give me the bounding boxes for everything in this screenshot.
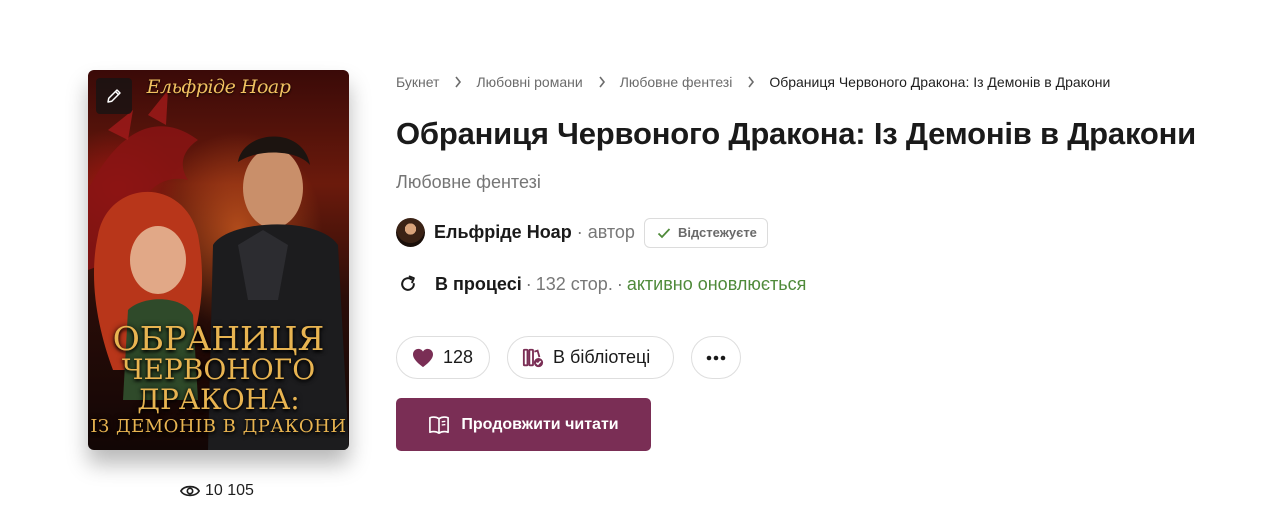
- cover-title: ОБРАНИЦЯ ЧЕРВОНОГО ДРАКОНА: ІЗ ДЕМОНІВ В…: [88, 322, 349, 436]
- open-book-icon: [429, 415, 450, 434]
- breadcrumb-item-fantasy[interactable]: Любовне фентезі: [620, 74, 733, 90]
- following-button[interactable]: Відстежуєте: [643, 217, 768, 248]
- edit-cover-button[interactable]: [96, 78, 132, 114]
- page-count: 132 стор.: [535, 273, 613, 294]
- cover-title-line: ОБРАНИЦЯ: [112, 319, 325, 358]
- status-row: В процесі · 132 стор. · активно оновлюєт…: [398, 273, 806, 295]
- library-icon: [522, 348, 544, 367]
- cover-image: Ельфріде Ноар ОБРАНИЦЯ ЧЕРВОНОГО ДРАКОНА…: [88, 70, 349, 450]
- cover-title-line: ДРАКОНА:: [137, 383, 300, 416]
- avatar[interactable]: [396, 218, 425, 247]
- action-bar: 128 В бібліотеці: [396, 336, 741, 380]
- book-cover[interactable]: Ельфріде Ноар ОБРАНИЦЯ ЧЕРВОНОГО ДРАКОНА…: [88, 70, 349, 450]
- continue-reading-label: Продовжити читати: [461, 415, 619, 433]
- pencil-icon: [107, 89, 121, 103]
- update-status: активно оновлюється: [626, 273, 807, 294]
- more-options-button[interactable]: [691, 336, 741, 379]
- breadcrumb-current: Обраниця Червоного Дракона: Із Демонів в…: [769, 74, 1111, 90]
- breadcrumb-item-home[interactable]: Букнет: [396, 74, 439, 90]
- following-label: Відстежуєте: [677, 225, 757, 240]
- author-role: · автор: [576, 222, 635, 242]
- chevron-right-icon: [454, 76, 462, 88]
- views-count: 10 105: [205, 482, 254, 499]
- author-row: Ельфріде Ноар · автор Відстежуєте: [396, 217, 768, 248]
- continue-reading-button[interactable]: Продовжити читати: [396, 398, 651, 451]
- cover-title-line: ЧЕРВОНОГО: [121, 353, 316, 386]
- chevron-right-icon: [747, 76, 755, 88]
- breadcrumb: Букнет Любовні романи Любовне фентезі Об…: [396, 72, 1110, 92]
- breadcrumb-item-romance[interactable]: Любовні романи: [476, 74, 582, 90]
- checkmark-icon: [657, 227, 671, 238]
- author-name[interactable]: Ельфріде Ноар: [434, 222, 572, 243]
- more-dots-icon: [706, 355, 726, 360]
- separator-dot: ·: [616, 273, 623, 294]
- views-counter: 10 105: [180, 481, 254, 501]
- like-button[interactable]: 128: [396, 336, 490, 379]
- chevron-right-icon: [598, 76, 606, 88]
- library-label: В бібліотеці: [553, 347, 651, 367]
- library-button[interactable]: В бібліотеці: [507, 336, 674, 379]
- refresh-icon: [401, 275, 415, 291]
- heart-icon: [413, 348, 433, 367]
- eye-icon: [180, 485, 200, 497]
- likes-count: 128: [443, 347, 474, 367]
- status-state: В процесі: [435, 273, 522, 294]
- book-title: Обраниця Червоного Дракона: Із Демонів в…: [396, 116, 1196, 151]
- separator-dot: ·: [525, 273, 532, 294]
- cover-title-line: ІЗ ДЕМОНІВ В ДРАКОНИ: [90, 416, 347, 437]
- book-genre[interactable]: Любовне фентезі: [396, 172, 541, 193]
